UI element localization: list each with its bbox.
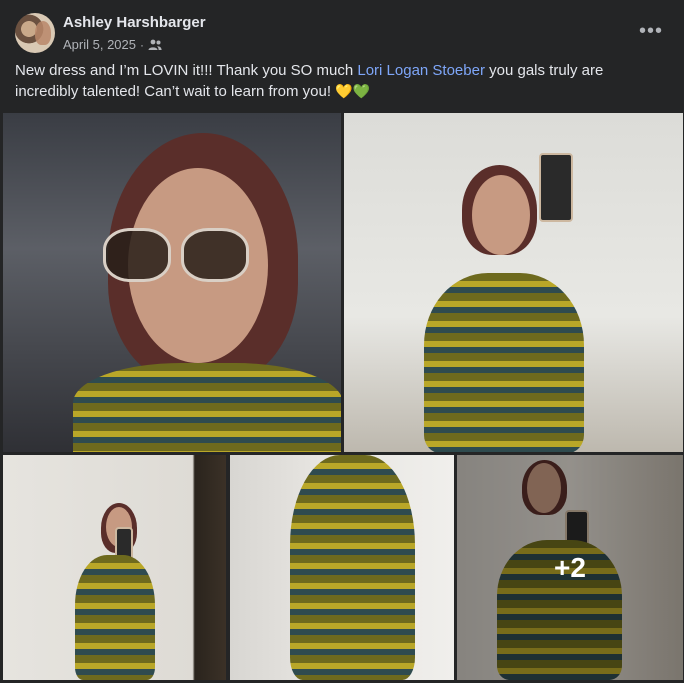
post-meta: April 5, 2025 · [63, 37, 162, 52]
sunglasses-right [181, 228, 249, 282]
sunglasses-left [103, 228, 171, 282]
meta-separator: · [140, 37, 144, 52]
photo-mirror-side[interactable]: +2 [457, 455, 683, 680]
face-shape [472, 175, 530, 255]
dress-shape [424, 273, 584, 452]
more-horizontal-icon: ••• [638, 20, 663, 42]
more-photos-overlay[interactable]: +2 [457, 455, 683, 680]
photo-mirror-selfie-front[interactable] [344, 113, 683, 452]
post-date[interactable]: April 5, 2025 [63, 37, 136, 52]
more-photos-count: +2 [554, 551, 586, 583]
dress-shape [73, 363, 341, 452]
tagged-user-link[interactable]: Lori Logan Stoeber [357, 62, 485, 79]
photo-car-selfie[interactable] [3, 113, 341, 452]
caption-text-start: New dress and I’m LOVIN it!!! Thank you … [15, 62, 358, 79]
post-header: Ashley Harshbarger April 5, 2025 · ••• [0, 0, 684, 60]
photo-mirror-full-length[interactable] [3, 455, 226, 680]
phone-shape [539, 153, 573, 222]
friends-icon [148, 39, 162, 50]
author-name[interactable]: Ashley Harshbarger [63, 14, 206, 31]
dress-shape [290, 455, 415, 680]
dress-shape [75, 555, 155, 680]
heart-emoji: 💛💚 [335, 83, 371, 99]
post-card: Ashley Harshbarger April 5, 2025 · ••• N… [0, 0, 684, 683]
post-caption: New dress and I’m LOVIN it!!! Thank you … [15, 60, 665, 102]
more-options-button[interactable]: ••• [634, 14, 668, 48]
author-avatar[interactable] [15, 13, 55, 53]
photo-back-view[interactable] [230, 455, 454, 680]
